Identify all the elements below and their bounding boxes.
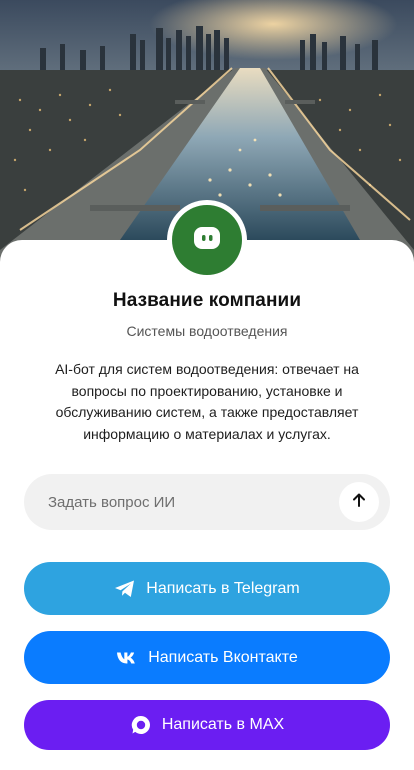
write-max-button[interactable]: Написать в MAX [24, 700, 390, 750]
bot-face-icon [191, 222, 223, 259]
ask-ai-box [24, 474, 390, 530]
ask-ai-input[interactable] [48, 474, 328, 530]
avatar [172, 205, 242, 275]
company-subtitle: Системы водоотведения [126, 323, 288, 339]
page: Название компании Системы водоотведения … [0, 0, 414, 770]
avatar-ring [167, 200, 247, 280]
telegram-button-label: Написать в Telegram [146, 579, 300, 597]
write-vk-button[interactable]: Написать Вконтакте [24, 631, 390, 684]
telegram-plane-icon [114, 579, 136, 599]
max-button-label: Написать в MAX [161, 716, 285, 733]
max-chat-icon [130, 714, 152, 736]
company-description: AI-бот для систем водоотведения: отвечае… [55, 361, 359, 442]
arrow-up-icon [351, 492, 367, 513]
company-name: Название компании [112, 290, 302, 311]
send-button[interactable] [339, 482, 379, 522]
write-telegram-button[interactable]: Написать в Telegram [24, 562, 390, 615]
vk-icon [116, 651, 138, 665]
vk-button-label: Написать Вконтакте [148, 648, 298, 666]
